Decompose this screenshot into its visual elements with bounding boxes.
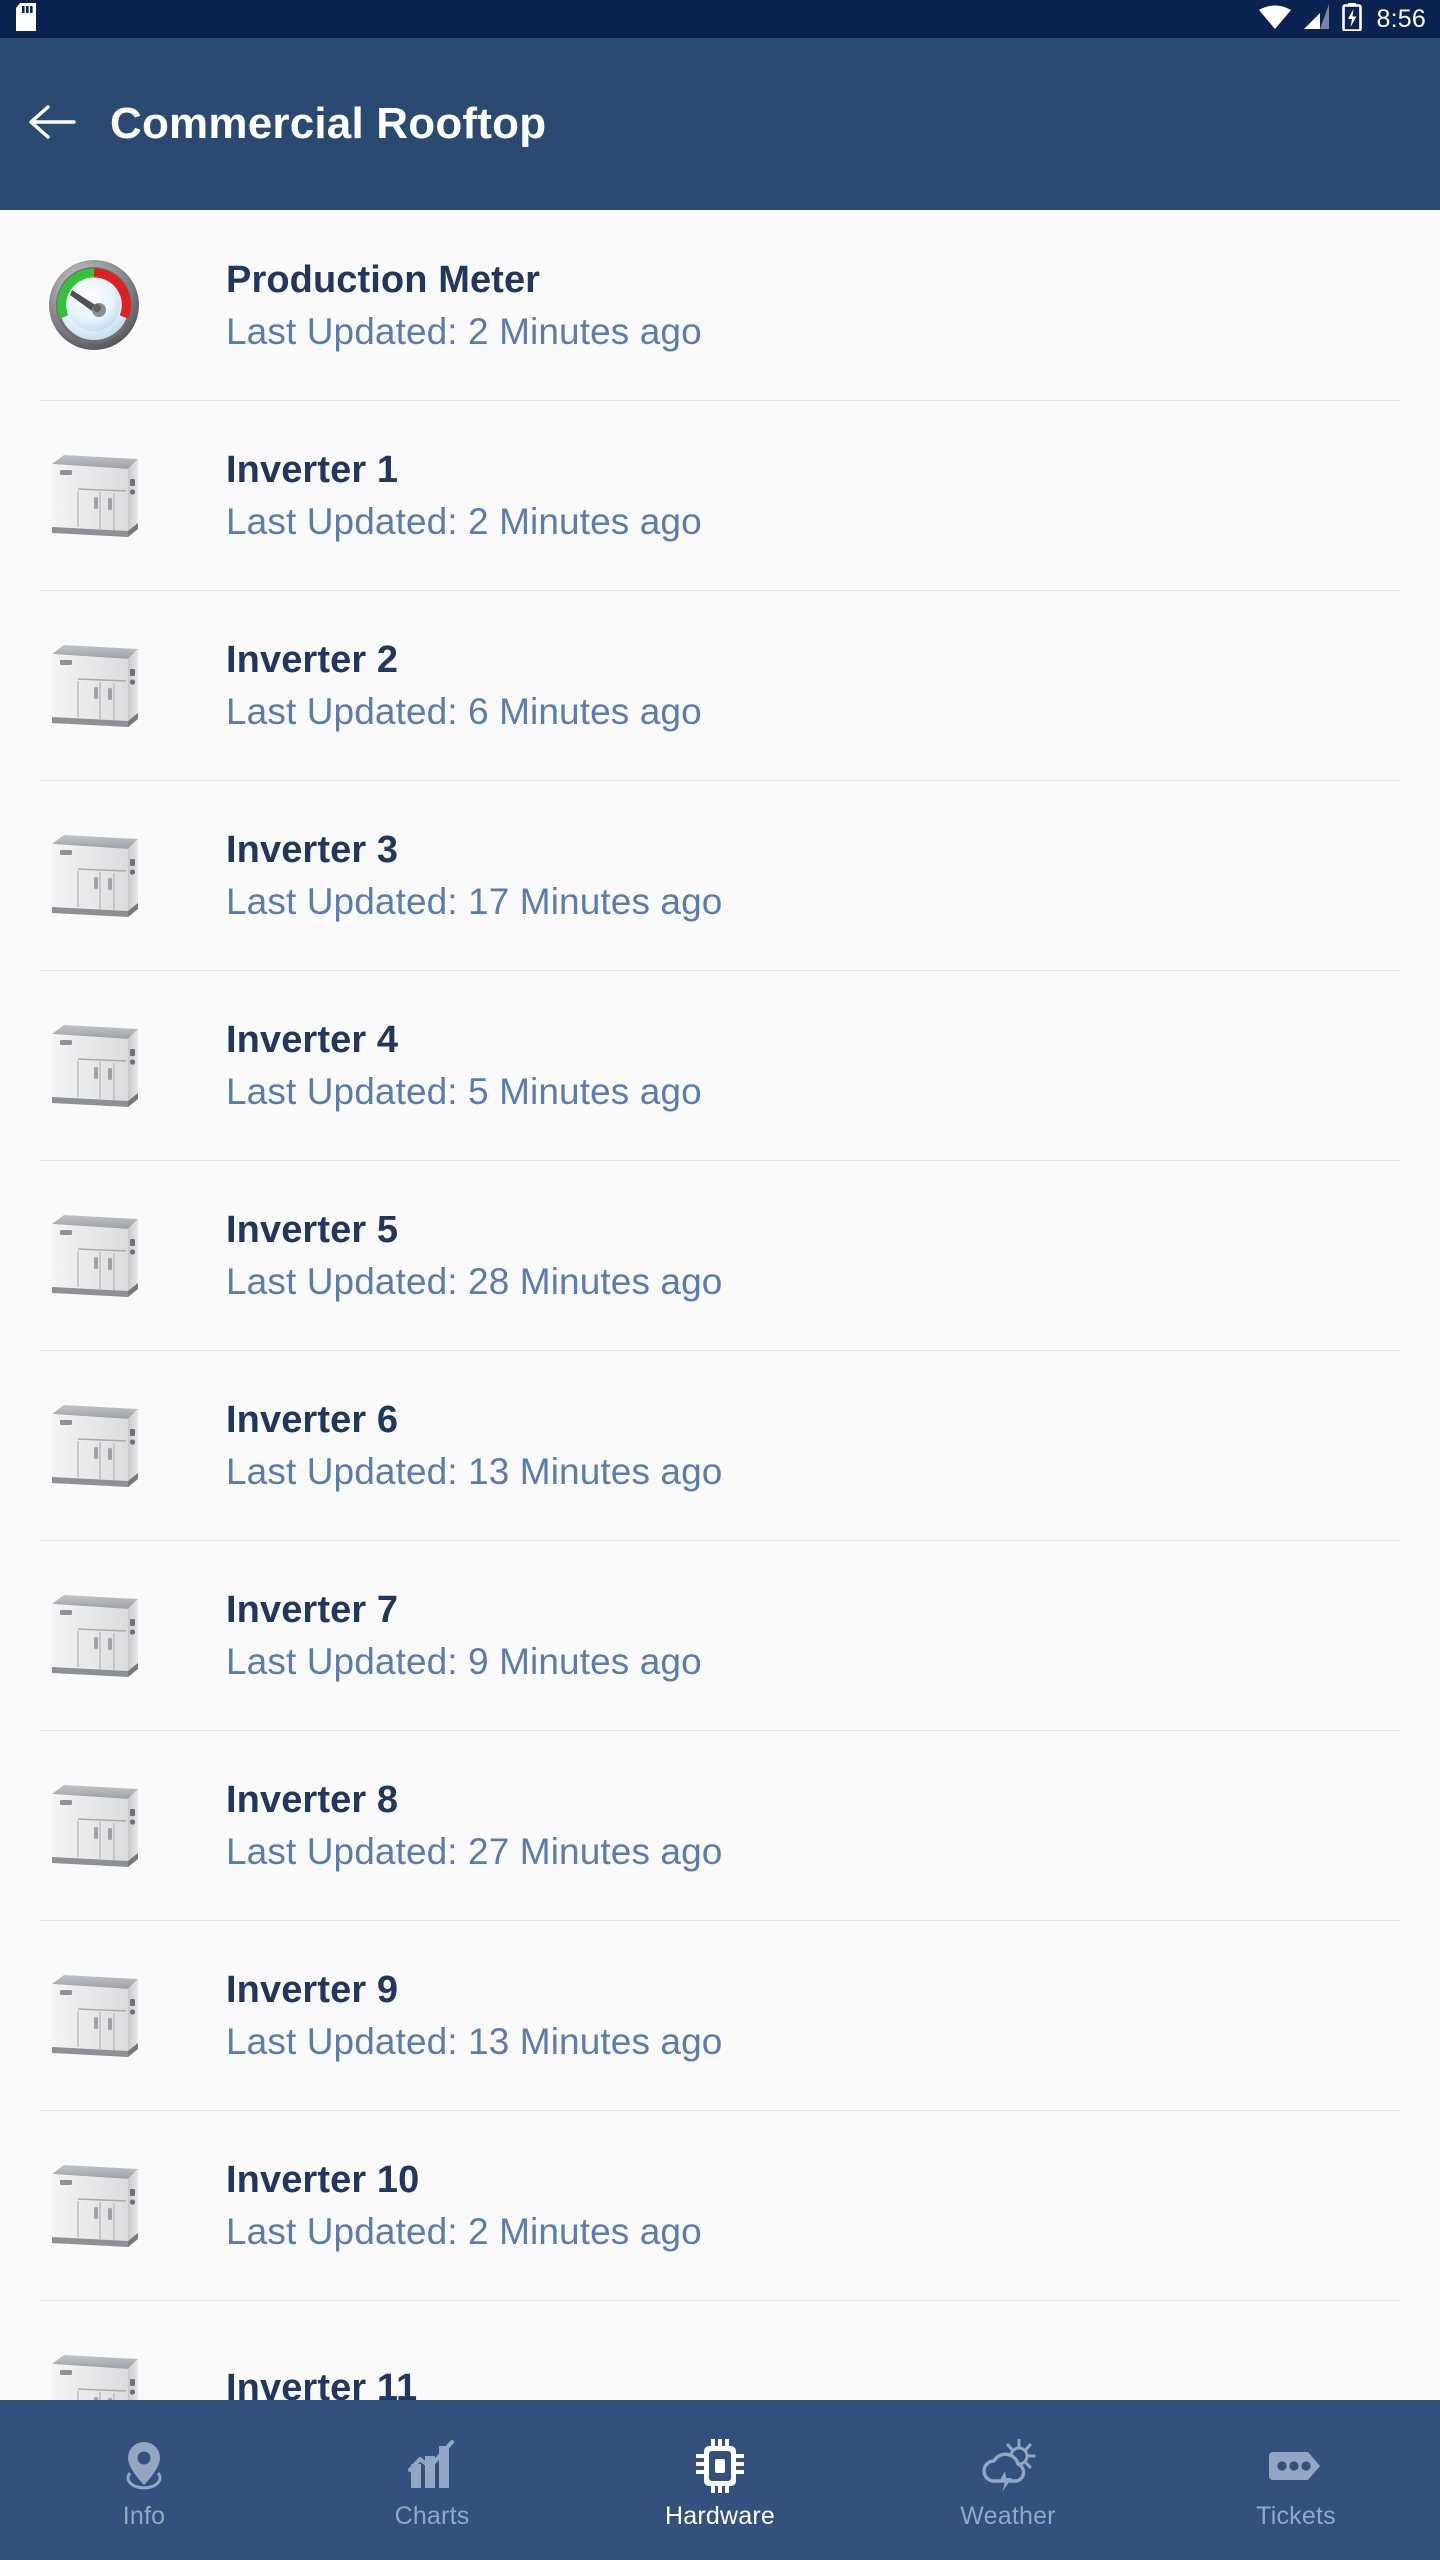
nav-tab-info[interactable]: Info (0, 2400, 288, 2560)
list-item[interactable]: Inverter 6 Last Updated: 13 Minutes ago (0, 1350, 1440, 1540)
inverter-cabinet-icon (40, 1005, 148, 1125)
list-item-title: Inverter 9 (226, 1968, 399, 2011)
inverter-cabinet-icon (40, 1955, 148, 2075)
inverter-cabinet-icon (40, 1575, 148, 1695)
list-item-text: Production Meter Last Updated: 2 Minutes… (226, 261, 702, 350)
bottom-navigation: Info Charts Hardware Weather Tickets (0, 2400, 1440, 2560)
list-item-subtitle: Last Updated: 5 Minutes ago (226, 1070, 702, 1112)
battery-charging-icon (1341, 2, 1362, 36)
list-item[interactable]: Inverter 3 Last Updated: 17 Minutes ago (0, 780, 1440, 970)
nav-tab-label: Tickets (1256, 2502, 1336, 2530)
list-item-subtitle: Last Updated: 17 Minutes ago (226, 880, 723, 922)
nav-tab-tickets[interactable]: Tickets (1152, 2400, 1440, 2560)
sd-card-icon (14, 2, 36, 36)
cellular-signal-icon (1303, 3, 1331, 35)
list-item-text: Inverter 3 Last Updated: 17 Minutes ago (226, 831, 722, 920)
list-item-subtitle: Last Updated: 2 Minutes ago (226, 310, 702, 352)
ticket-tag-icon (1268, 2437, 1324, 2495)
list-item[interactable]: Inverter 1 Last Updated: 2 Minutes ago (0, 400, 1440, 590)
list-item-title: Inverter 3 (226, 828, 399, 871)
back-arrow-icon (26, 101, 78, 148)
list-item[interactable]: Inverter 10 Last Updated: 2 Minutes ago (0, 2110, 1440, 2300)
list-item-subtitle: Last Updated: 13 Minutes ago (226, 1450, 723, 1492)
list-item-text: Inverter 11 (226, 2369, 417, 2400)
inverter-cabinet-icon (40, 1765, 148, 1885)
list-item-title: Inverter 7 (226, 1588, 399, 1631)
list-item-text: Inverter 7 Last Updated: 9 Minutes ago (226, 1591, 702, 1680)
list-item-title: Inverter 11 (226, 2367, 418, 2400)
list-item[interactable]: Inverter 11 (0, 2300, 1440, 2400)
list-item-title: Inverter 2 (226, 638, 399, 681)
list-item-title: Inverter 4 (226, 1018, 399, 1061)
list-item-text: Inverter 6 Last Updated: 13 Minutes ago (226, 1401, 722, 1490)
page-title: Commercial Rooftop (110, 99, 547, 148)
list-item-title: Inverter 10 (226, 2158, 420, 2201)
inverter-cabinet-icon (40, 625, 148, 745)
app-root: 8:56 Commercial Rooftop Production Meter… (0, 0, 1440, 2560)
list-item-subtitle: Last Updated: 27 Minutes ago (226, 1830, 723, 1872)
inverter-cabinet-icon (40, 815, 148, 935)
cpu-chip-icon (696, 2437, 744, 2495)
sun-cloud-bolt-icon (980, 2437, 1036, 2495)
list-item-subtitle: Last Updated: 6 Minutes ago (226, 690, 702, 732)
nav-tab-hardware[interactable]: Hardware (576, 2400, 864, 2560)
inverter-cabinet-icon (40, 2145, 148, 2265)
nav-tab-label: Charts (394, 2502, 470, 2530)
status-bar-left (14, 2, 36, 36)
list-item-subtitle: Last Updated: 2 Minutes ago (226, 2210, 702, 2252)
back-button[interactable] (0, 101, 104, 148)
nav-tab-label: Info (122, 2502, 166, 2530)
list-item[interactable]: Inverter 5 Last Updated: 28 Minutes ago (0, 1160, 1440, 1350)
list-item-text: Inverter 1 Last Updated: 2 Minutes ago (226, 451, 702, 540)
inverter-cabinet-icon (40, 1195, 148, 1315)
list-item-title: Inverter 8 (226, 1778, 399, 1821)
list-item-text: Inverter 9 Last Updated: 13 Minutes ago (226, 1971, 722, 2060)
list-item-subtitle: Last Updated: 2 Minutes ago (226, 500, 702, 542)
list-item[interactable]: Inverter 7 Last Updated: 9 Minutes ago (0, 1540, 1440, 1730)
list-item[interactable]: Production Meter Last Updated: 2 Minutes… (0, 210, 1440, 400)
hardware-list[interactable]: Production Meter Last Updated: 2 Minutes… (0, 210, 1440, 2400)
inverter-cabinet-icon (40, 2335, 148, 2400)
list-item-text: Inverter 4 Last Updated: 5 Minutes ago (226, 1021, 702, 1110)
list-item-title: Inverter 1 (226, 448, 399, 491)
status-bar-right: 8:56 (1258, 2, 1426, 36)
list-item[interactable]: Inverter 2 Last Updated: 6 Minutes ago (0, 590, 1440, 780)
nav-tab-charts[interactable]: Charts (288, 2400, 576, 2560)
inverter-cabinet-icon (40, 435, 148, 555)
list-item-text: Inverter 8 Last Updated: 27 Minutes ago (226, 1781, 722, 1870)
list-item-title: Inverter 5 (226, 1208, 399, 1251)
list-item-text: Inverter 2 Last Updated: 6 Minutes ago (226, 641, 702, 730)
nav-tab-label: Weather (960, 2502, 1056, 2530)
list-item-subtitle: Last Updated: 9 Minutes ago (226, 1640, 702, 1682)
nav-tab-label: Hardware (665, 2502, 775, 2530)
list-item-text: Inverter 5 Last Updated: 28 Minutes ago (226, 1211, 722, 1300)
wifi-icon (1258, 4, 1292, 35)
nav-tab-weather[interactable]: Weather (864, 2400, 1152, 2560)
list-item[interactable]: Inverter 9 Last Updated: 13 Minutes ago (0, 1920, 1440, 2110)
list-item-subtitle: Last Updated: 13 Minutes ago (226, 2020, 723, 2062)
inverter-cabinet-icon (40, 1385, 148, 1505)
list-item-text: Inverter 10 Last Updated: 2 Minutes ago (226, 2161, 702, 2250)
list-item-subtitle: Last Updated: 28 Minutes ago (226, 1260, 723, 1302)
list-item[interactable]: Inverter 4 Last Updated: 5 Minutes ago (0, 970, 1440, 1160)
status-bar: 8:56 (0, 0, 1440, 38)
list-item-title: Production Meter (226, 258, 541, 301)
location-pin-icon (122, 2437, 166, 2495)
app-bar: Commercial Rooftop (0, 38, 1440, 210)
production-meter-gauge-icon (40, 245, 148, 365)
status-bar-clock: 8:56 (1376, 4, 1426, 33)
list-item-title: Inverter 6 (226, 1398, 399, 1441)
bar-chart-icon (407, 2437, 457, 2495)
list-item[interactable]: Inverter 8 Last Updated: 27 Minutes ago (0, 1730, 1440, 1920)
